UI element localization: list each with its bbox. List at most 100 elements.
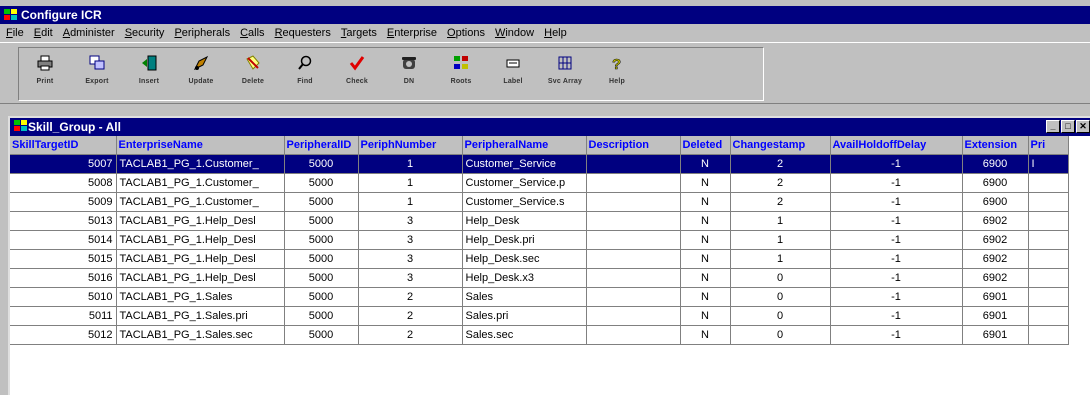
menu-enterprise[interactable]: Enterprise <box>383 27 443 39</box>
col-enterprisename-cell[interactable]: TACLAB1_PG_1.Help_Desl <box>116 249 285 269</box>
menu-window[interactable]: Window <box>491 27 540 39</box>
col-enterprisename-cell[interactable]: TACLAB1_PG_1.Sales.pri <box>116 306 285 326</box>
col-peripheralid-cell[interactable]: 5000 <box>284 287 359 307</box>
col-peripheralname-cell[interactable]: Sales <box>462 287 587 307</box>
col-peripheralid-cell[interactable]: 5000 <box>284 230 359 250</box>
col-changestamp-cell[interactable]: 2 <box>730 154 831 174</box>
col-deleted-header[interactable]: Deleted <box>680 136 731 155</box>
col-skilltargetid-cell[interactable]: 5009 <box>10 192 117 212</box>
find-button[interactable]: Find <box>279 48 331 100</box>
col-changestamp-cell[interactable]: 1 <box>730 211 831 231</box>
col-enterprisename-cell[interactable]: TACLAB1_PG_1.Customer_ <box>116 192 285 212</box>
col-availholdoffdelay-header[interactable]: AvailHoldoffDelay <box>830 136 963 155</box>
skill-group-titlebar[interactable]: Skill_Group - All _ □ ✕ <box>10 118 1090 136</box>
col-description-cell[interactable] <box>586 325 681 345</box>
col-periphnumber-cell[interactable]: 1 <box>358 154 463 174</box>
col-skilltargetid-cell[interactable]: 5014 <box>10 230 117 250</box>
col-skilltargetid-cell[interactable]: 5010 <box>10 287 117 307</box>
col-availholdoffdelay-cell[interactable]: -1 <box>830 154 963 174</box>
col-periphnumber-cell[interactable]: 3 <box>358 249 463 269</box>
col-peripheralid-cell[interactable]: 5000 <box>284 325 359 345</box>
col-skilltargetid-cell[interactable]: 5013 <box>10 211 117 231</box>
col-extension-cell[interactable]: 6902 <box>962 230 1029 250</box>
col-description-header[interactable]: Description <box>586 136 681 155</box>
col-enterprisename-cell[interactable]: TACLAB1_PG_1.Customer_ <box>116 154 285 174</box>
col-pri-cell[interactable] <box>1028 287 1069 307</box>
col-periphnumber-cell[interactable]: 1 <box>358 192 463 212</box>
col-pri-cell[interactable] <box>1028 211 1069 231</box>
col-changestamp-cell[interactable]: 2 <box>730 173 831 193</box>
col-skilltargetid-cell[interactable]: 5011 <box>10 306 117 326</box>
col-peripheralid-cell[interactable]: 5000 <box>284 249 359 269</box>
col-peripheralname-cell[interactable]: Customer_Service <box>462 154 587 174</box>
col-peripheralid-header[interactable]: PeripheralID <box>284 136 359 155</box>
table-row[interactable]: 5013 TACLAB1_PG_1.Help_Desl 5000 3 Help_Desk… <box>10 211 1069 231</box>
col-periphnumber-cell[interactable]: 3 <box>358 211 463 231</box>
col-peripheralid-cell[interactable]: 5000 <box>284 211 359 231</box>
col-deleted-cell[interactable]: N <box>680 230 731 250</box>
col-skilltargetid-header[interactable]: SkillTargetID <box>10 136 117 155</box>
col-skilltargetid-cell[interactable]: 5008 <box>10 173 117 193</box>
col-peripheralname-header[interactable]: PeripheralName <box>462 136 587 155</box>
col-changestamp-cell[interactable]: 0 <box>730 268 831 288</box>
col-description-cell[interactable] <box>586 230 681 250</box>
col-enterprisename-cell[interactable]: TACLAB1_PG_1.Customer_ <box>116 173 285 193</box>
col-peripheralname-cell[interactable]: Customer_Service.p <box>462 173 587 193</box>
dn-button[interactable]: DN <box>383 48 435 100</box>
col-enterprisename-header[interactable]: EnterpriseName <box>116 136 285 155</box>
col-enterprisename-cell[interactable]: TACLAB1_PG_1.Sales.sec <box>116 325 285 345</box>
col-deleted-cell[interactable]: N <box>680 173 731 193</box>
col-extension-cell[interactable]: 6901 <box>962 325 1029 345</box>
col-pri-cell[interactable] <box>1028 230 1069 250</box>
col-periphnumber-cell[interactable]: 1 <box>358 173 463 193</box>
menu-requesters[interactable]: Requesters <box>271 27 337 39</box>
col-extension-cell[interactable]: 6901 <box>962 306 1029 326</box>
col-availholdoffdelay-cell[interactable]: -1 <box>830 287 963 307</box>
col-peripheralid-cell[interactable]: 5000 <box>284 306 359 326</box>
table-row[interactable]: 5008 TACLAB1_PG_1.Customer_ 5000 1 Customer_… <box>10 173 1069 193</box>
col-skilltargetid-cell[interactable]: 5015 <box>10 249 117 269</box>
menu-security[interactable]: Security <box>121 27 171 39</box>
col-skilltargetid-cell[interactable]: 5016 <box>10 268 117 288</box>
col-description-cell[interactable] <box>586 173 681 193</box>
col-deleted-cell[interactable]: N <box>680 249 731 269</box>
col-availholdoffdelay-cell[interactable]: -1 <box>830 211 963 231</box>
col-description-cell[interactable] <box>586 287 681 307</box>
menu-peripherals[interactable]: Peripherals <box>170 27 236 39</box>
col-peripheralid-cell[interactable]: 5000 <box>284 173 359 193</box>
col-peripheralid-cell[interactable]: 5000 <box>284 268 359 288</box>
col-pri-cell[interactable] <box>1028 325 1069 345</box>
col-deleted-cell[interactable]: N <box>680 192 731 212</box>
col-peripheralid-cell[interactable]: 5000 <box>284 192 359 212</box>
col-pri-header[interactable]: Pri <box>1028 136 1069 155</box>
col-deleted-cell[interactable]: N <box>680 268 731 288</box>
col-description-cell[interactable] <box>586 268 681 288</box>
insert-button[interactable]: Insert <box>123 48 175 100</box>
col-enterprisename-cell[interactable]: TACLAB1_PG_1.Help_Desl <box>116 268 285 288</box>
skill-group-grid[interactable]: SkillTargetID EnterpriseName PeripheralID P… <box>10 136 1090 395</box>
col-enterprisename-cell[interactable]: TACLAB1_PG_1.Help_Desl <box>116 230 285 250</box>
check-button[interactable]: Check <box>331 48 383 100</box>
minimize-button[interactable]: _ <box>1046 120 1060 133</box>
app-titlebar[interactable]: Configure ICR <box>0 6 1090 24</box>
menu-options[interactable]: Options <box>443 27 491 39</box>
col-extension-cell[interactable]: 6902 <box>962 211 1029 231</box>
col-periphnumber-header[interactable]: PeriphNumber <box>358 136 463 155</box>
col-extension-cell[interactable]: 6902 <box>962 249 1029 269</box>
col-extension-cell[interactable]: 6902 <box>962 268 1029 288</box>
col-description-cell[interactable] <box>586 154 681 174</box>
menu-calls[interactable]: Calls <box>236 27 270 39</box>
col-description-cell[interactable] <box>586 192 681 212</box>
print-button[interactable]: Print <box>19 48 71 100</box>
table-row[interactable]: 5010 TACLAB1_PG_1.Sales 5000 2 Sales N 0 -1 6901 <box>10 287 1069 307</box>
col-changestamp-cell[interactable]: 0 <box>730 287 831 307</box>
col-availholdoffdelay-cell[interactable]: -1 <box>830 192 963 212</box>
col-changestamp-cell[interactable]: 2 <box>730 192 831 212</box>
table-row[interactable]: 5016 TACLAB1_PG_1.Help_Desl 5000 3 Help_Desk… <box>10 268 1069 288</box>
col-changestamp-cell[interactable]: 0 <box>730 306 831 326</box>
col-deleted-cell[interactable]: N <box>680 287 731 307</box>
col-changestamp-cell[interactable]: 1 <box>730 230 831 250</box>
col-extension-cell[interactable]: 6900 <box>962 192 1029 212</box>
col-skilltargetid-cell[interactable]: 5012 <box>10 325 117 345</box>
col-availholdoffdelay-cell[interactable]: -1 <box>830 268 963 288</box>
